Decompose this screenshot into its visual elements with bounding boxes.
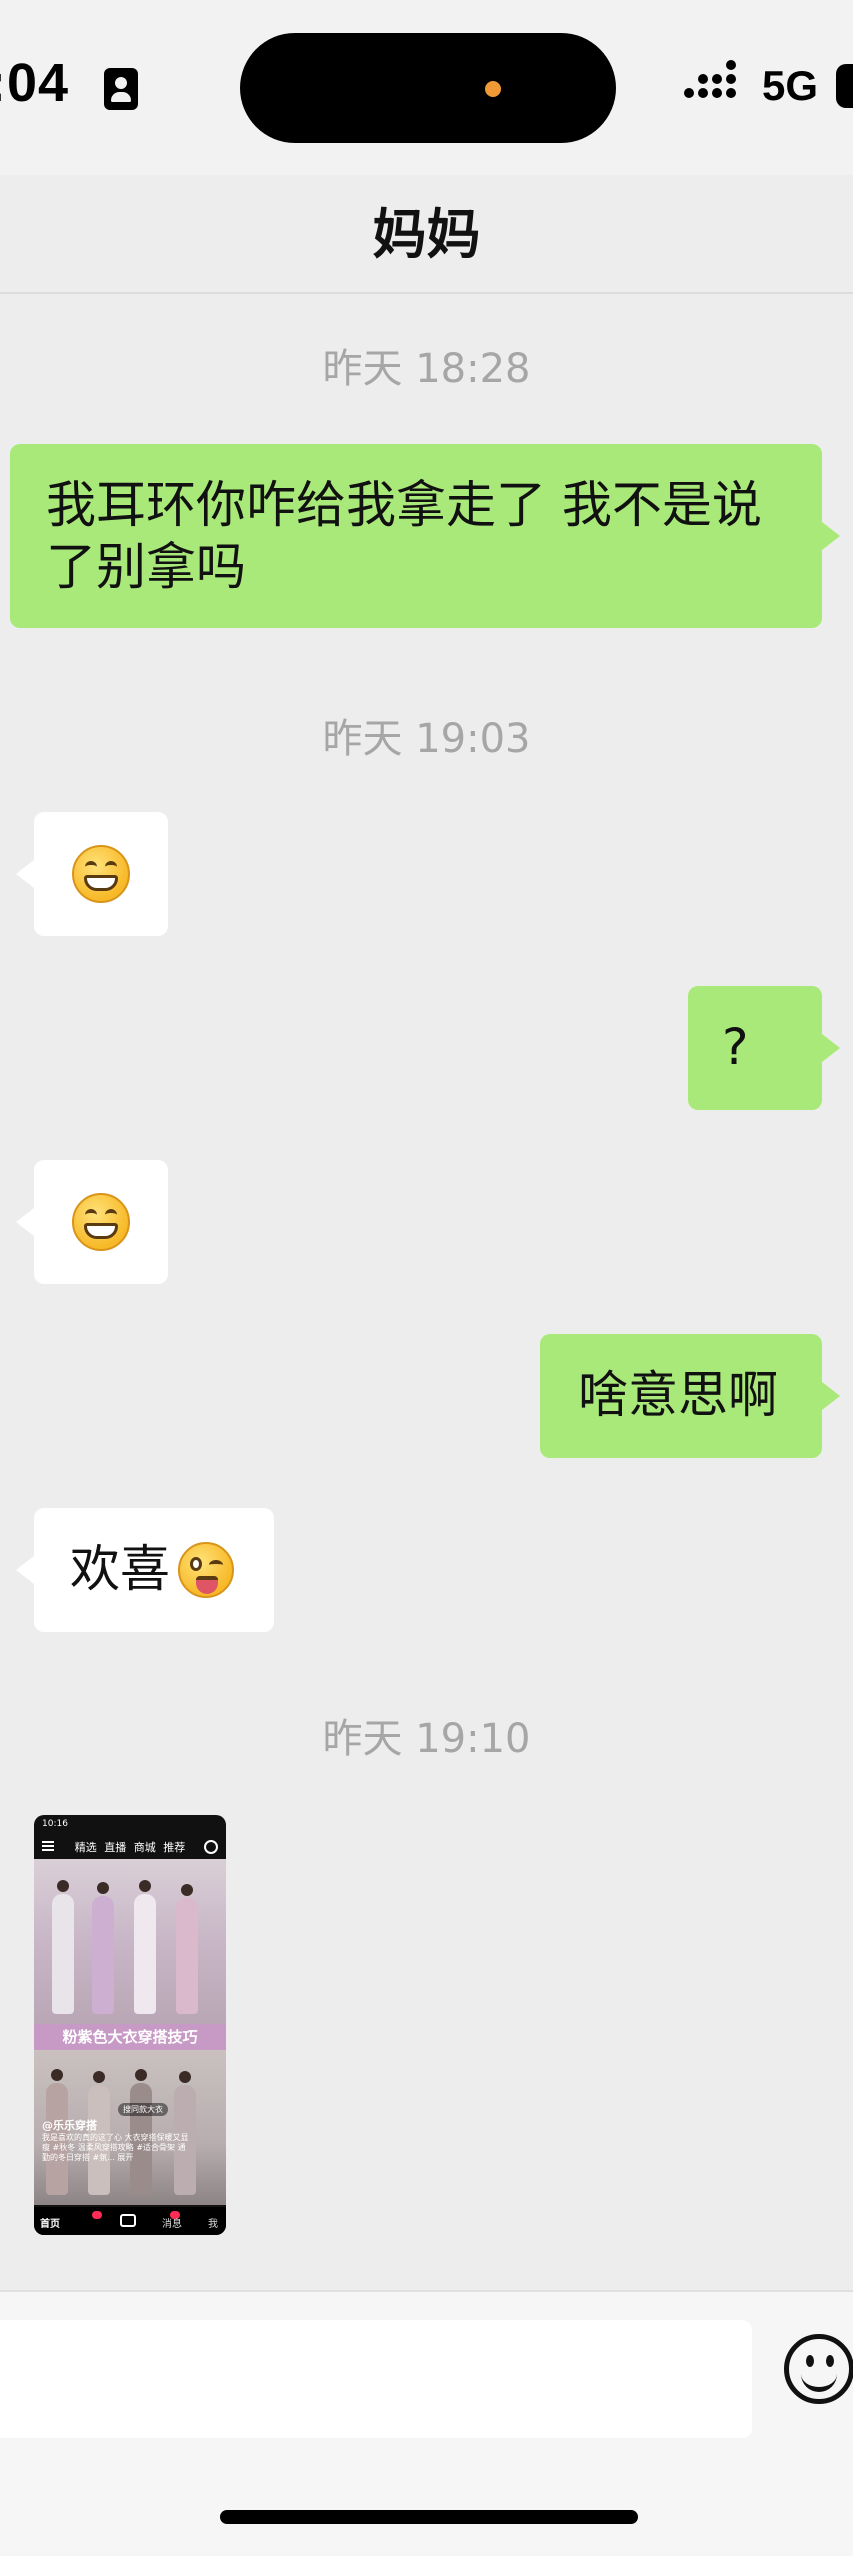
status-time: :04 xyxy=(0,53,70,113)
video-tabs: 精选 直播 商城 推荐 xyxy=(74,1841,186,1854)
contact-card-icon xyxy=(104,68,138,110)
chat-title: 妈妈 xyxy=(372,203,481,266)
timestamp: 昨天 18:28 xyxy=(322,346,531,392)
sent-message-bubble[interactable]: ? xyxy=(688,986,840,1110)
nav-home: 首页 xyxy=(40,2219,60,2230)
sent-message-bubble[interactable]: 我耳环你咋给我拿走了 我不是说 了别拿吗 xyxy=(10,444,840,628)
received-message-bubble[interactable] xyxy=(16,812,168,936)
network-type-label: 5G xyxy=(762,62,819,109)
video-bottom-nav: 首页 消息 我 xyxy=(34,2207,226,2235)
video-status-time: 10:16 xyxy=(42,1819,68,1829)
search-same-chip: 搜同款大衣 xyxy=(118,2103,168,2116)
message-text-line: 了别拿吗 xyxy=(46,538,246,596)
message-text: ? xyxy=(722,1018,749,1076)
plus-icon xyxy=(120,2214,136,2227)
message-text: 欢喜 xyxy=(70,1540,170,1598)
privacy-indicator-dot xyxy=(485,81,501,97)
sent-message-bubble[interactable]: 啥意思啊 xyxy=(540,1334,840,1458)
received-message-bubble[interactable]: 欢喜 xyxy=(16,1508,274,1632)
grinning-face-icon xyxy=(72,1193,130,1251)
timestamp: 昨天 19:10 xyxy=(322,1716,531,1762)
chat-screen: :04 5G 妈妈 昨天 18:28 我耳环你咋给我拿走了 我不是说 了别拿吗 … xyxy=(0,0,853,2556)
message-input[interactable] xyxy=(0,2320,752,2438)
shared-video-thumbnail[interactable]: 10:16 精选 直播 商城 推荐 粉紫色大衣穿搭技巧 搜同款大衣 @乐乐穿搭 … xyxy=(34,1815,226,2235)
nav-messages: 消息 xyxy=(162,2219,182,2230)
winking-tongue-face-icon xyxy=(178,1542,234,1598)
status-bar: :04 5G 妈妈 xyxy=(0,0,853,266)
signal-icon xyxy=(684,60,744,108)
message-text-line: 我耳环你咋给我拿走了 我不是说 xyxy=(46,476,762,534)
received-message-bubble[interactable] xyxy=(16,1160,168,1284)
video-author: @乐乐穿搭 xyxy=(42,2119,97,2132)
header-divider xyxy=(0,292,853,294)
emoji-icon[interactable] xyxy=(784,2334,853,2404)
search-icon xyxy=(204,1840,218,1854)
dynamic-island xyxy=(240,33,616,143)
video-banner: 粉紫色大衣穿搭技巧 xyxy=(34,2024,226,2050)
battery-icon xyxy=(836,64,853,108)
message-text: 啥意思啊 xyxy=(578,1366,778,1424)
nav-me: 我 xyxy=(208,2219,218,2230)
outfit-photo xyxy=(34,1859,226,2024)
timestamp: 昨天 19:03 xyxy=(322,716,531,762)
notification-badge xyxy=(92,2211,102,2219)
home-indicator[interactable] xyxy=(220,2510,638,2524)
grinning-face-icon xyxy=(72,845,130,903)
video-caption: 我是喜欢的真的这了心 大衣穿搭保暖又显瘦 #秋冬 温柔风穿搭攻略 #适合骨架 通… xyxy=(42,2133,189,2162)
